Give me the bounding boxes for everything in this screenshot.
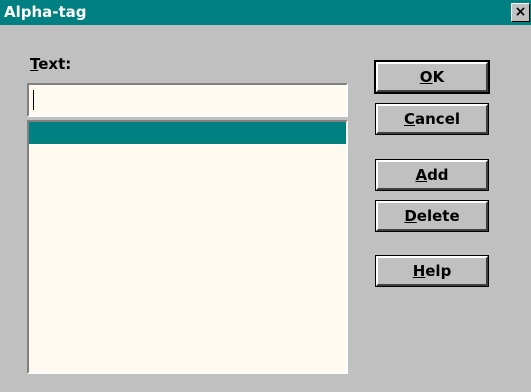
close-button[interactable]: × bbox=[511, 3, 530, 22]
delete-mnemonic: D bbox=[404, 207, 417, 225]
alpha-tag-list[interactable] bbox=[27, 120, 348, 374]
delete-button[interactable]: Delete bbox=[375, 200, 489, 232]
cancel-button[interactable]: Cancel bbox=[375, 103, 489, 135]
ok-mnemonic: O bbox=[419, 68, 433, 86]
text-caret bbox=[33, 90, 34, 110]
text-input[interactable] bbox=[27, 83, 348, 117]
title-bar[interactable]: Alpha-tag × bbox=[0, 0, 531, 25]
cancel-label-rest: ancel bbox=[415, 110, 461, 128]
add-label-rest: dd bbox=[427, 166, 449, 184]
window-title: Alpha-tag bbox=[4, 3, 87, 21]
alpha-tag-dialog: Alpha-tag × Text: OK Cancel Add Delete H… bbox=[0, 0, 531, 392]
close-icon: × bbox=[514, 4, 527, 20]
add-mnemonic: A bbox=[415, 166, 428, 184]
text-label-mnemonic: T bbox=[30, 55, 39, 73]
help-label-rest: elp bbox=[425, 262, 452, 280]
list-item-selected[interactable] bbox=[29, 122, 346, 144]
ok-label-rest: K bbox=[432, 68, 445, 86]
help-mnemonic: H bbox=[412, 262, 426, 280]
text-label-rest: ext: bbox=[38, 55, 72, 73]
text-label: Text: bbox=[30, 55, 71, 74]
cancel-mnemonic: C bbox=[403, 110, 415, 128]
help-button[interactable]: Help bbox=[375, 255, 489, 287]
delete-label-rest: elete bbox=[416, 207, 460, 225]
add-button[interactable]: Add bbox=[375, 159, 489, 191]
ok-button[interactable]: OK bbox=[374, 60, 490, 94]
